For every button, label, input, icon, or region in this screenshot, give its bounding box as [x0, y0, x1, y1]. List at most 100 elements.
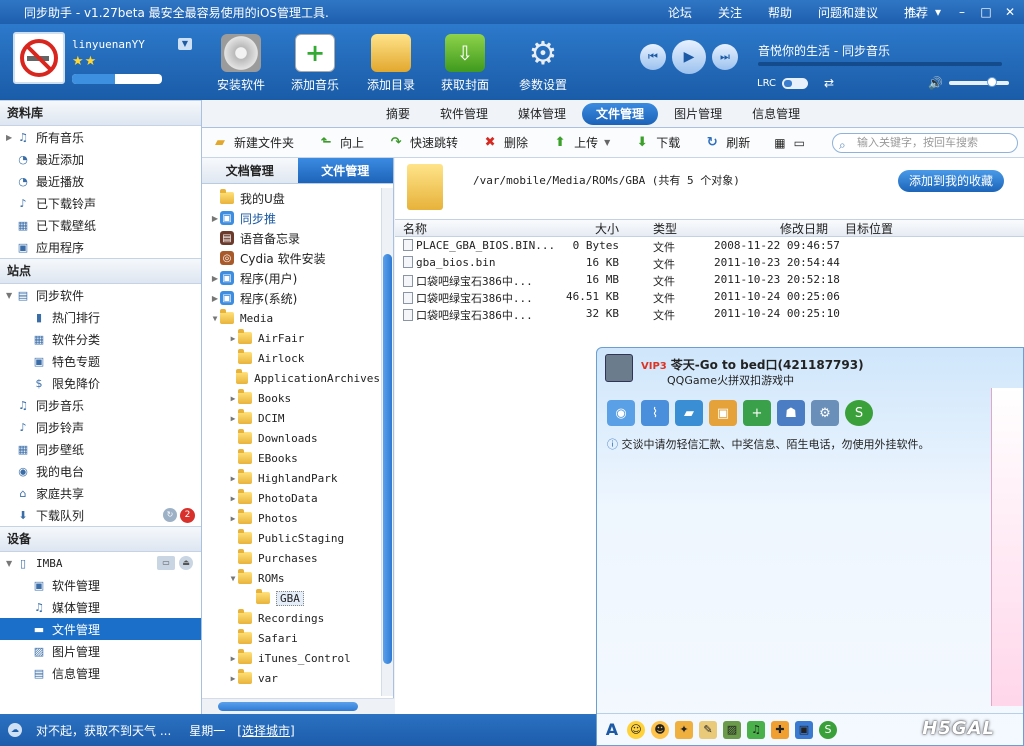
follow-link[interactable]: 关注	[718, 4, 742, 21]
sidebar-item-device-info[interactable]: ▤ 信息管理	[0, 662, 201, 684]
sidebar-item-device-photos[interactable]: ▨ 图片管理	[0, 640, 201, 662]
expand-arrow-icon[interactable]: ▶	[210, 294, 220, 303]
sidebar-item-all-music[interactable]: ▶ ♫ 所有音乐	[0, 126, 201, 148]
microphone-icon[interactable]: ⌇	[641, 400, 669, 426]
table-row[interactable]: 口袋吧绿宝石386中... 46.51 KB 文件 2011-10-24 00:25:…	[395, 290, 1024, 307]
install-software-button[interactable]: 安装软件	[206, 34, 276, 93]
user-menu-chevron-icon[interactable]: ▼	[178, 38, 192, 50]
tree-node[interactable]: Airlock	[202, 348, 380, 368]
sidebar-item-device-software[interactable]: ▣ 软件管理	[0, 574, 201, 596]
tree-node[interactable]: ApplicationArchives	[202, 368, 380, 388]
sidebar-item-downloaded-ringtones[interactable]: ♪ 已下载铃声	[0, 192, 201, 214]
tab-file-management[interactable]: 文件管理	[297, 158, 393, 184]
add-directory-button[interactable]: 添加目录	[356, 34, 426, 93]
add-app-icon[interactable]: +	[743, 400, 771, 426]
download-button[interactable]: ⬇ 下载	[634, 134, 680, 151]
playback-progress-bar[interactable]	[758, 62, 1002, 66]
list-view-icon[interactable]: ▭	[794, 136, 805, 150]
previous-track-icon[interactable]: ⏮	[640, 44, 666, 70]
music-share-icon[interactable]: ♫	[747, 720, 765, 739]
scrawl-icon[interactable]: ✎	[699, 720, 717, 739]
table-row[interactable]: 口袋吧绿宝石386中... 32 KB 文件 2011-10-24 00:25:10	[395, 307, 1024, 324]
tree-node[interactable]: ▼ ROMs	[202, 568, 380, 588]
expand-arrow-icon[interactable]: ▶	[228, 474, 238, 483]
maximize-icon[interactable]: □	[976, 3, 996, 21]
up-button[interactable]: ⬑ 向上	[318, 134, 364, 151]
sidebar-item-hot-ranking[interactable]: ▮ 热门排行	[0, 306, 201, 328]
new-folder-button[interactable]: ▰ 新建文件夹	[212, 134, 294, 151]
add-to-favorites-button[interactable]: 添加到我的收藏	[898, 170, 1004, 192]
minimize-icon[interactable]: –	[952, 3, 972, 21]
settings-gear-icon[interactable]: ⚙	[811, 400, 839, 426]
sidebar-item-featured-topics[interactable]: ▣ 特色专题	[0, 350, 201, 372]
sidebar-item-recently-added[interactable]: ◔ 最近添加	[0, 148, 201, 170]
delete-button[interactable]: ✖ 删除	[482, 134, 528, 151]
avatar[interactable]	[13, 32, 65, 84]
column-size[interactable]: 大小	[595, 220, 619, 237]
sidebar-item-home-sharing[interactable]: ⌂ 家庭共享	[0, 482, 201, 504]
column-name[interactable]: 名称	[403, 220, 427, 237]
add-music-button[interactable]: + 添加音乐	[280, 34, 350, 93]
tree-node[interactable]: ◎ Cydia 软件安装	[202, 248, 380, 268]
tree-node[interactable]: ▶ iTunes_Control	[202, 648, 380, 668]
expand-arrow-icon[interactable]: ▶	[210, 274, 220, 283]
tree-node[interactable]: ▤ 语音备忘录	[202, 228, 380, 248]
refresh-button[interactable]: ↻ 刷新	[704, 134, 750, 151]
expand-arrow-icon[interactable]: ▶	[228, 334, 238, 343]
settings-button[interactable]: ⚙ 参数设置	[508, 34, 578, 93]
collapse-arrow-icon[interactable]: ▼	[210, 314, 220, 323]
emoji-icon[interactable]: ☺	[627, 720, 645, 739]
tree-node[interactable]: ▶ HighlandPark	[202, 468, 380, 488]
collapse-arrow-icon[interactable]: ▼	[228, 574, 238, 583]
shake-icon[interactable]: ✦	[675, 720, 693, 739]
tree-node[interactable]: 我的U盘	[202, 188, 380, 208]
select-city-link[interactable]: [选择城市]	[237, 722, 294, 739]
gift-icon[interactable]: ✚	[771, 720, 789, 739]
column-target[interactable]: 目标位置	[845, 220, 893, 237]
play-icon[interactable]: ▶	[672, 40, 706, 74]
refresh-icon[interactable]: ↻	[163, 508, 177, 522]
tree-node[interactable]: ▶ PhotoData	[202, 488, 380, 508]
tab-photos[interactable]: 图片管理	[660, 103, 736, 125]
volume-slider[interactable]	[948, 77, 1009, 87]
tab-media[interactable]: 媒体管理	[504, 103, 580, 125]
table-row[interactable]: 口袋吧绿宝石386中... 16 MB 文件 2011-10-23 20:52:18	[395, 273, 1024, 290]
tree-node[interactable]: Safari	[202, 628, 380, 648]
screenshot-icon[interactable]: ▣	[795, 720, 813, 739]
volume-icon[interactable]: 🔊	[928, 76, 943, 90]
table-row[interactable]: PLACE_GBA_BIOS.BIN... 0 Bytes 文件 2008-11-22…	[395, 239, 1024, 256]
expand-arrow-icon[interactable]: ▶	[228, 414, 238, 423]
expand-arrow-icon[interactable]: ▶	[228, 394, 238, 403]
tab-software[interactable]: 软件管理	[426, 103, 502, 125]
tab-summary[interactable]: 摘要	[372, 103, 424, 125]
sidebar-item-download-queue[interactable]: ⬇ 下载队列 ↻ 2	[0, 504, 201, 526]
tree-node[interactable]: ▶ ▣ 同步推	[202, 208, 380, 228]
remote-desktop-icon[interactable]: ▣	[709, 400, 737, 426]
close-icon[interactable]: ✕	[1000, 3, 1020, 21]
upload-button[interactable]: ⬆ 上传 ▼	[552, 134, 611, 151]
tree-node[interactable]: Recordings	[202, 608, 380, 628]
sidebar-item-sync-music[interactable]: ♫ 同步音乐	[0, 394, 201, 416]
expand-arrow-icon[interactable]: ▶	[210, 214, 220, 223]
tree-node[interactable]: Purchases	[202, 548, 380, 568]
expand-arrow-icon[interactable]: ▶	[228, 654, 238, 663]
tree-node[interactable]: PublicStaging	[202, 528, 380, 548]
icon-view-icon[interactable]: ▦	[774, 136, 785, 150]
magic-emoji-icon[interactable]: ☻	[651, 720, 669, 739]
sidebar-item-recently-played[interactable]: ◔ 最近播放	[0, 170, 201, 192]
skin-icon[interactable]: ▾	[928, 3, 948, 21]
tab-document-management[interactable]: 文档管理	[202, 158, 298, 184]
sidebar-item-my-radio[interactable]: ◉ 我的电台	[0, 460, 201, 482]
sidebar-item-sync-software[interactable]: ▼ ▤ 同步软件	[0, 284, 201, 306]
feedback-link[interactable]: 问题和建议	[818, 4, 878, 21]
font-icon[interactable]: A	[603, 720, 621, 739]
mini-mode-icon[interactable]: ⤡	[904, 3, 924, 21]
webcam-icon[interactable]: ◉	[607, 400, 635, 426]
sidebar-item-device[interactable]: ▼ ▯ IMBA ⏏ ▭	[0, 552, 201, 574]
sidebar-item-device-files[interactable]: ▬ 文件管理	[0, 618, 201, 640]
sogou-icon[interactable]: S	[845, 400, 873, 426]
chevron-down-icon[interactable]: ▼	[604, 138, 610, 147]
sidebar-item-applications[interactable]: ▣ 应用程序	[0, 236, 201, 258]
sidebar-item-device-media[interactable]: ♫ 媒体管理	[0, 596, 201, 618]
send-file-icon[interactable]: ▰	[675, 400, 703, 426]
